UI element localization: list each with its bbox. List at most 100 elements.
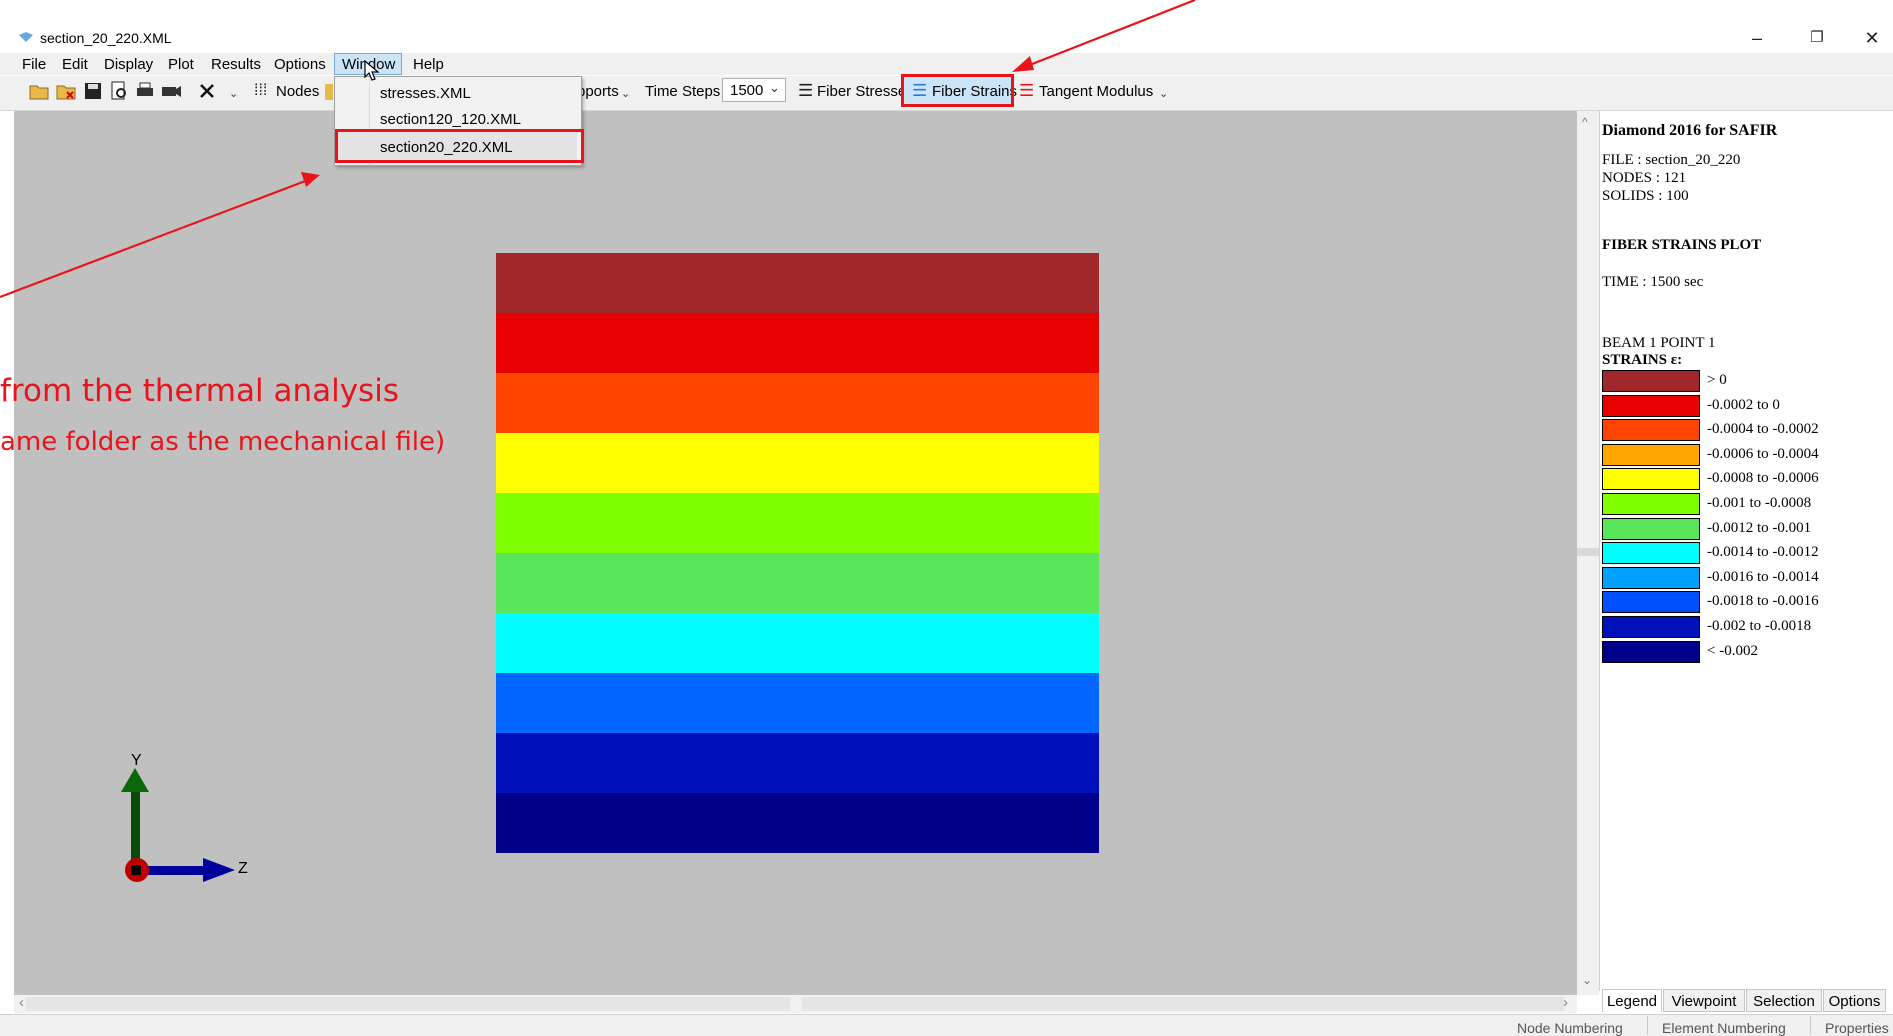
save-icon[interactable]: [82, 80, 104, 102]
section-band-5[interactable]: [496, 493, 1099, 553]
menu-edit[interactable]: Edit: [62, 56, 88, 73]
folder-icon: [325, 84, 333, 100]
annotation-box-fiber-strains: [901, 74, 1014, 107]
axis-z-label: Z: [238, 860, 248, 877]
vertical-scrollbar[interactable]: ^ ⌄: [1577, 111, 1599, 995]
status-node-numbering[interactable]: Node Numbering: [1517, 1020, 1623, 1036]
section-band-9[interactable]: [496, 733, 1099, 793]
tab-legend[interactable]: Legend: [1602, 989, 1662, 1012]
scroll-up-icon[interactable]: ^: [1582, 115, 1588, 129]
menu-results[interactable]: Results: [211, 56, 261, 73]
fiber-stresses-button[interactable]: Fiber Stresses: [817, 83, 914, 100]
open-folder-icon[interactable]: [28, 80, 50, 102]
legend-title: Diamond 2016 for SAFIR: [1602, 122, 1778, 139]
menu-options[interactable]: Options: [274, 56, 326, 73]
legend-swatch: [1602, 591, 1700, 614]
app-icon: [19, 32, 33, 42]
menu-plot[interactable]: Plot: [168, 56, 194, 73]
legend-swatch: [1602, 616, 1700, 638]
legend-time: TIME : 1500 sec: [1602, 274, 1704, 290]
tab-selection[interactable]: Selection: [1746, 989, 1822, 1012]
time-steps-label: Time Steps: [645, 83, 721, 100]
legend-entry-label: -0.0018 to -0.0016: [1707, 593, 1819, 610]
delete-icon[interactable]: [196, 80, 218, 102]
tangent-modulus-icon: ☰: [1019, 81, 1035, 100]
tangent-modulus-button[interactable]: Tangent Modulus: [1039, 83, 1153, 100]
nodes-toggle[interactable]: Nodes: [276, 83, 319, 100]
legend-swatch: [1602, 394, 1700, 417]
annotation-text-line2: ame folder as the mechanical file): [0, 427, 446, 457]
legend-entry-label: -0.0002 to 0: [1707, 396, 1780, 413]
legend-swatch: [1602, 443, 1700, 466]
legend-file: FILE : section_20_220: [1602, 152, 1741, 168]
section-band-1[interactable]: [496, 253, 1099, 313]
fiber-stresses-icon: ☰: [798, 81, 814, 100]
section-band-8[interactable]: [496, 673, 1099, 733]
section-band-7[interactable]: [496, 613, 1099, 673]
status-element-numbering[interactable]: Element Numbering: [1662, 1020, 1786, 1036]
status-divider: [1810, 1016, 1811, 1035]
legend-swatch: [1602, 370, 1700, 392]
chevron-down-icon: ⌄: [769, 80, 780, 95]
menu-file[interactable]: File: [22, 56, 46, 73]
legend-entry-label: -0.0014 to -0.0012: [1707, 544, 1819, 561]
legend-swatch: [1602, 640, 1700, 663]
axis-triad: [121, 768, 235, 882]
section-band-3[interactable]: [496, 373, 1099, 433]
legend-swatch: [1602, 517, 1700, 540]
supports-toggle[interactable]: pports: [577, 83, 619, 100]
legend-entry-label: -0.001 to -0.0008: [1707, 495, 1812, 511]
scroll-left-icon[interactable]: ‹: [19, 994, 24, 1011]
status-divider: [1647, 1016, 1648, 1035]
toolbar-overflow-icon-2[interactable]: ⌄: [621, 87, 630, 100]
legend-swatch: [1602, 566, 1700, 589]
axis-y-label: Y: [131, 752, 142, 769]
legend-entry-label: -0.0016 to -0.0014: [1707, 568, 1819, 585]
status-properties[interactable]: Properties: [1825, 1020, 1889, 1036]
menu-display[interactable]: Display: [104, 56, 153, 73]
legend-solids: SOLIDS : 100: [1602, 188, 1689, 204]
horizontal-scroll-thumb[interactable]: [26, 997, 790, 1011]
legend-entry-label: -0.0008 to -0.0006: [1707, 470, 1819, 487]
legend-entry-label: < -0.002: [1707, 642, 1758, 659]
tab-viewpoint[interactable]: Viewpoint: [1663, 989, 1745, 1012]
scroll-right-icon[interactable]: ›: [1563, 994, 1568, 1011]
legend-swatch: [1602, 419, 1700, 442]
legend-swatch: [1602, 493, 1700, 515]
print-preview-icon[interactable]: [108, 80, 130, 102]
section-band-10[interactable]: [496, 793, 1099, 853]
annotation-box-window-item: [335, 129, 584, 163]
mouse-cursor-icon: [364, 60, 380, 81]
legend-beam-point: BEAM 1 POINT 1: [1602, 335, 1716, 351]
print-icon[interactable]: [134, 80, 156, 102]
legend-swatch: [1602, 542, 1700, 565]
section-band-2[interactable]: [496, 313, 1099, 373]
legend-entry-label: -0.0012 to -0.001: [1707, 519, 1812, 536]
time-steps-value: 1500: [730, 82, 764, 99]
tab-options[interactable]: Options: [1823, 989, 1886, 1012]
scroll-thumb[interactable]: [1577, 548, 1599, 556]
toolbar-overflow-icon[interactable]: ⌄: [229, 87, 238, 100]
section-band-6[interactable]: [496, 553, 1099, 613]
window-menu-item-section120[interactable]: section120_120.XML: [380, 111, 521, 128]
camera-icon[interactable]: [160, 80, 182, 102]
menu-help[interactable]: Help: [413, 56, 444, 73]
annotation-text-line1: from the thermal analysis: [0, 373, 399, 409]
horizontal-scroll-track[interactable]: [802, 997, 1564, 1011]
section-band-4[interactable]: [496, 433, 1099, 493]
legend-entry-label: -0.0004 to -0.0002: [1707, 421, 1819, 438]
scroll-down-icon[interactable]: ⌄: [1582, 973, 1592, 987]
legend-entry-label: -0.002 to -0.0018: [1707, 618, 1812, 634]
legend-strains-heading: STRAINS ε:: [1602, 352, 1683, 368]
toolbar-overflow-icon-3[interactable]: ⌄: [1159, 87, 1168, 100]
legend-entry-label: -0.0006 to -0.0004: [1707, 445, 1819, 462]
minimize-button[interactable]: –: [1740, 26, 1774, 50]
close-button[interactable]: ✕: [1855, 26, 1889, 50]
window-menu-item-stresses[interactable]: stresses.XML: [380, 85, 471, 102]
restore-button[interactable]: ❐: [1800, 26, 1834, 50]
window-title: section_20_220.XML: [40, 30, 172, 46]
legend-entry-label: > 0: [1707, 372, 1727, 388]
close-folder-icon[interactable]: [55, 80, 77, 102]
time-steps-select[interactable]: 1500 ⌄: [722, 78, 786, 102]
nodes-grid-icon: ⁞⁞⁞: [254, 82, 268, 99]
